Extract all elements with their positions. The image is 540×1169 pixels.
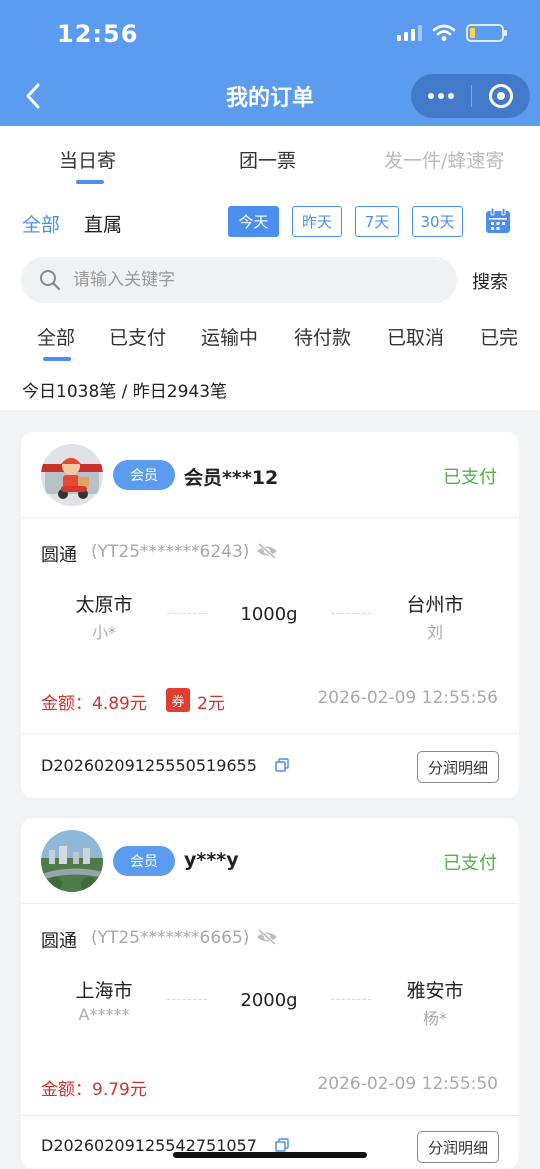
copy-icon[interactable] bbox=[275, 1138, 289, 1152]
status-tab-completed[interactable]: 已完 bbox=[480, 323, 518, 350]
sender-name: A***** bbox=[78, 1005, 130, 1024]
top-bar: 12:56 我的订单 bbox=[0, 0, 540, 126]
date-30days[interactable]: 30天 bbox=[412, 206, 463, 237]
parcel-weight: 1000g bbox=[240, 604, 298, 625]
status-time: 12:56 bbox=[57, 20, 139, 48]
tab-group-ticket[interactable]: 团一票 bbox=[239, 146, 296, 173]
status-tab-paid[interactable]: 已支付 bbox=[109, 323, 166, 350]
profit-detail-button[interactable]: 分润明细 bbox=[417, 751, 499, 783]
waybill-number: (YT25*******6665) bbox=[91, 928, 250, 948]
recipient-name: 刘 bbox=[426, 623, 443, 642]
tab-underline bbox=[76, 180, 104, 184]
status-underline bbox=[43, 357, 71, 361]
order-number: D20260209125550519655 bbox=[41, 756, 257, 775]
order-time: 2026-02-09 12:55:50 bbox=[317, 1074, 498, 1094]
destination-city: 台州市 bbox=[406, 594, 464, 616]
calendar-icon[interactable] bbox=[484, 207, 512, 235]
status-icons bbox=[397, 24, 507, 42]
copy-icon[interactable] bbox=[275, 758, 289, 772]
recipient-name: 杨* bbox=[422, 1009, 447, 1028]
status-tab-pending-payment[interactable]: 待付款 bbox=[294, 323, 351, 350]
sender-name: 小* bbox=[91, 623, 116, 642]
wifi-icon bbox=[432, 24, 456, 41]
coupon-icon: 券 bbox=[166, 688, 190, 712]
close-miniprogram-button[interactable] bbox=[472, 84, 530, 108]
date-yesterday[interactable]: 昨天 bbox=[292, 206, 342, 237]
origin-city: 太原市 bbox=[75, 594, 133, 616]
origin-city: 上海市 bbox=[75, 980, 133, 1002]
signal-icon bbox=[397, 25, 422, 41]
scope-direct[interactable]: 直属 bbox=[84, 210, 122, 237]
order-card[interactable]: 会员 会员***12 已支付 圆通 (YT25*******6243) 太原市 … bbox=[21, 432, 519, 798]
parcel-weight: 2000g bbox=[240, 990, 298, 1011]
search-button[interactable]: 搜索 bbox=[472, 268, 508, 294]
coupon-amount: 2元 bbox=[197, 694, 225, 714]
more-button[interactable] bbox=[411, 93, 471, 99]
scope-all[interactable]: 全部 bbox=[22, 210, 60, 237]
user-name: 会员***12 bbox=[184, 467, 279, 489]
search-icon bbox=[40, 270, 61, 291]
date-7days[interactable]: 7天 bbox=[355, 206, 399, 237]
profit-detail-button[interactable]: 分润明细 bbox=[417, 1131, 499, 1163]
avatar bbox=[41, 444, 103, 506]
carrier-name: 圆通 bbox=[41, 545, 77, 566]
miniprogram-capsule bbox=[411, 74, 530, 118]
order-status: 已支付 bbox=[443, 853, 497, 874]
order-summary: 今日1038笔 / 昨日2943笔 bbox=[22, 382, 228, 402]
status-tab-in-transit[interactable]: 运输中 bbox=[201, 323, 258, 350]
eye-off-icon[interactable] bbox=[256, 928, 278, 946]
order-amount: 金额：9.79元 bbox=[41, 1080, 147, 1100]
search-box bbox=[21, 257, 457, 303]
user-name: y***y bbox=[184, 849, 239, 871]
home-indicator bbox=[173, 1152, 367, 1158]
order-amount: 金额：4.89元 bbox=[41, 694, 147, 714]
target-icon bbox=[489, 84, 513, 108]
member-badge: 会员 bbox=[113, 846, 175, 876]
date-today[interactable]: 今天 bbox=[228, 206, 279, 237]
order-card[interactable]: 会员 y***y 已支付 圆通 (YT25*******6665) 上海市 A*… bbox=[21, 818, 519, 1169]
battery-icon bbox=[466, 24, 507, 42]
status-tab-cancelled[interactable]: 已取消 bbox=[387, 323, 444, 350]
search-input[interactable] bbox=[73, 270, 413, 290]
status-tab-all[interactable]: 全部 bbox=[37, 323, 75, 350]
tab-same-day[interactable]: 当日寄 bbox=[59, 146, 116, 173]
order-status: 已支付 bbox=[443, 467, 497, 488]
member-badge: 会员 bbox=[113, 460, 175, 490]
eye-off-icon[interactable] bbox=[256, 542, 278, 560]
destination-city: 雅安市 bbox=[406, 980, 464, 1002]
tab-express[interactable]: 发一件/蜂速寄 bbox=[384, 146, 504, 173]
carrier-name: 圆通 bbox=[41, 931, 77, 952]
waybill-number: (YT25*******6243) bbox=[91, 542, 250, 562]
order-time: 2026-02-09 12:55:56 bbox=[317, 688, 498, 708]
avatar bbox=[41, 830, 103, 892]
